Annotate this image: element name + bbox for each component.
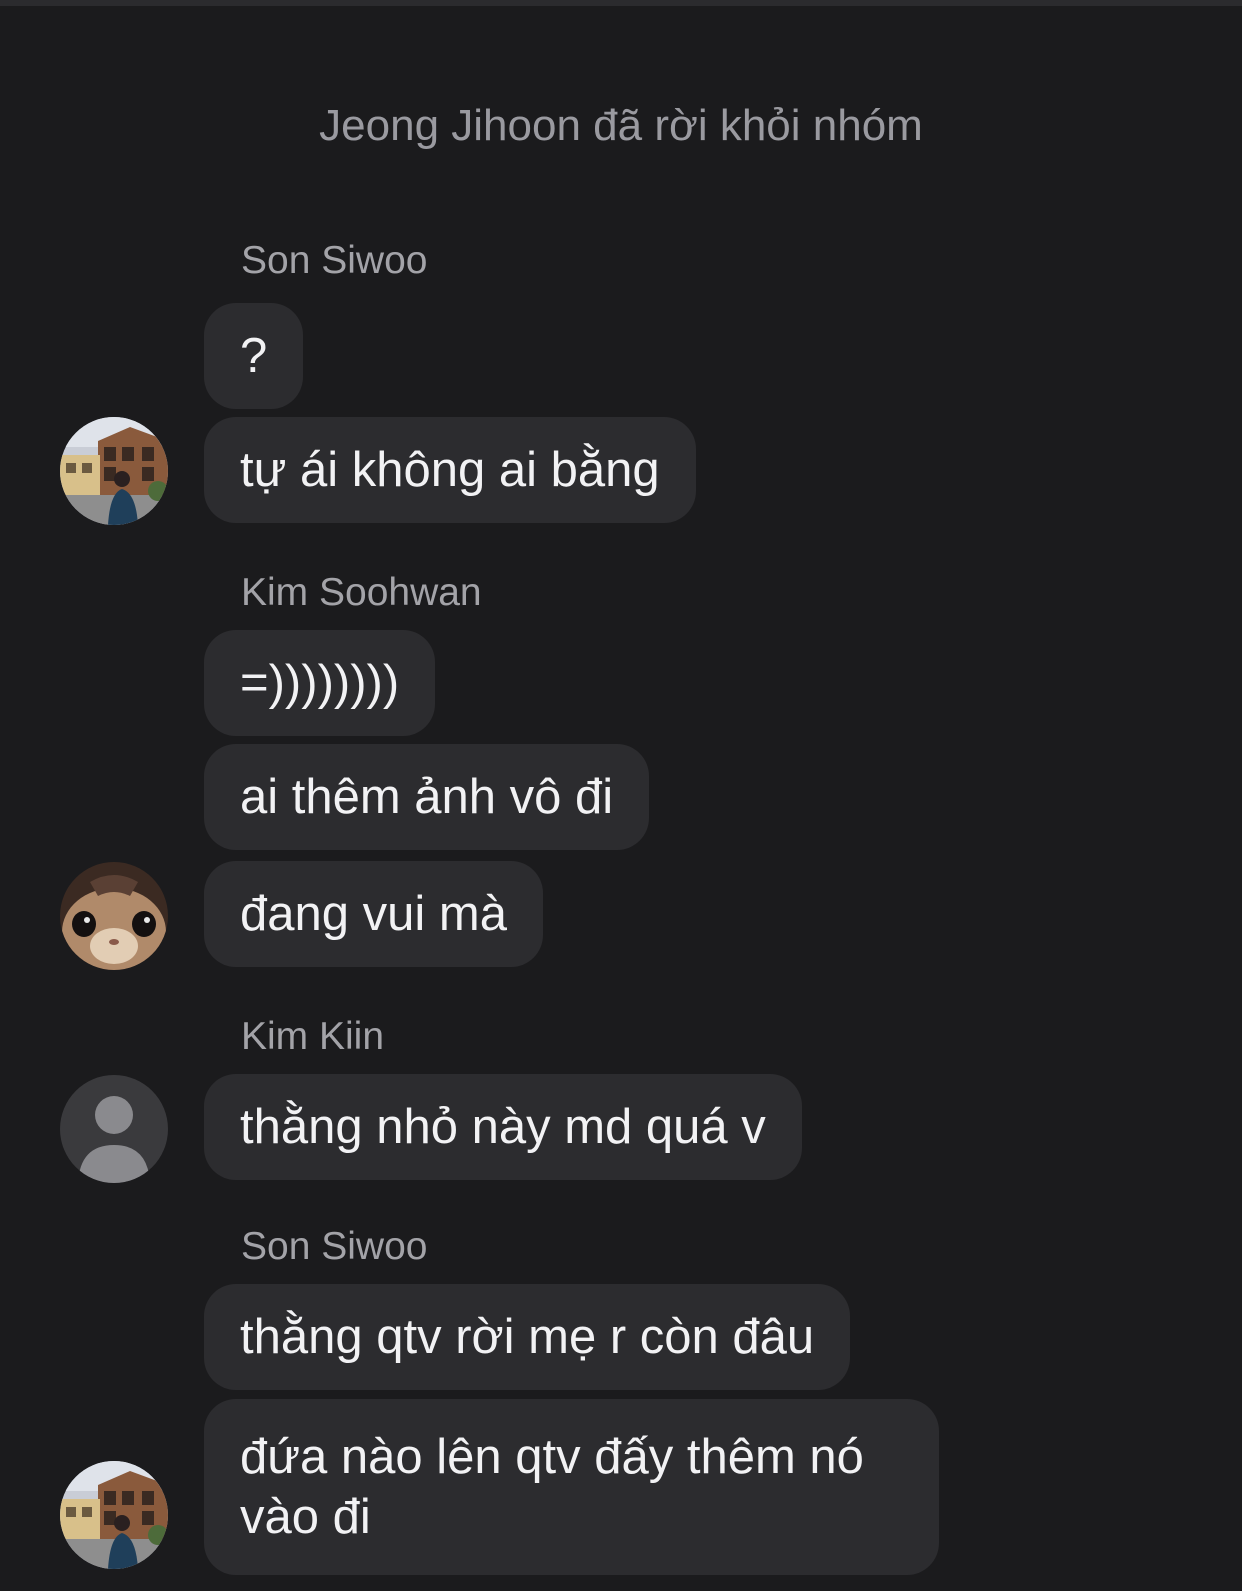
cat-photo-avatar[interactable]	[60, 862, 168, 970]
default-person-avatar[interactable]	[60, 1075, 168, 1183]
person-photo-avatar[interactable]	[60, 1461, 168, 1569]
message-bubble[interactable]: thằng qtv rời mẹ r còn đâu	[204, 1284, 851, 1390]
message-bubble[interactable]: đứa nào lên qtv đấy thêm nó vào đi	[204, 1399, 939, 1575]
person-photo-avatar[interactable]	[60, 417, 168, 525]
message-bubble[interactable]: đang vui mà	[204, 861, 543, 967]
message-bubble[interactable]: ?	[204, 303, 304, 409]
top-divider	[0, 0, 1242, 6]
chat-screen: Jeong Jihoon đã rời khỏi nhóm Son Siwoo …	[0, 0, 1242, 1591]
message-bubble[interactable]: =))))))))	[204, 630, 436, 736]
sender-name: Son Siwoo	[241, 1225, 428, 1268]
message-bubble[interactable]: thằng nhỏ này md quá v	[204, 1074, 802, 1180]
sender-name: Kim Soohwan	[241, 571, 482, 614]
message-bubble[interactable]: ai thêm ảnh vô đi	[204, 744, 650, 850]
sender-name: Son Siwoo	[241, 239, 428, 282]
message-bubble[interactable]: tự ái không ai bằng	[204, 417, 696, 523]
sender-name: Kim Kiin	[241, 1015, 385, 1058]
system-notice: Jeong Jihoon đã rời khỏi nhóm	[319, 101, 923, 150]
